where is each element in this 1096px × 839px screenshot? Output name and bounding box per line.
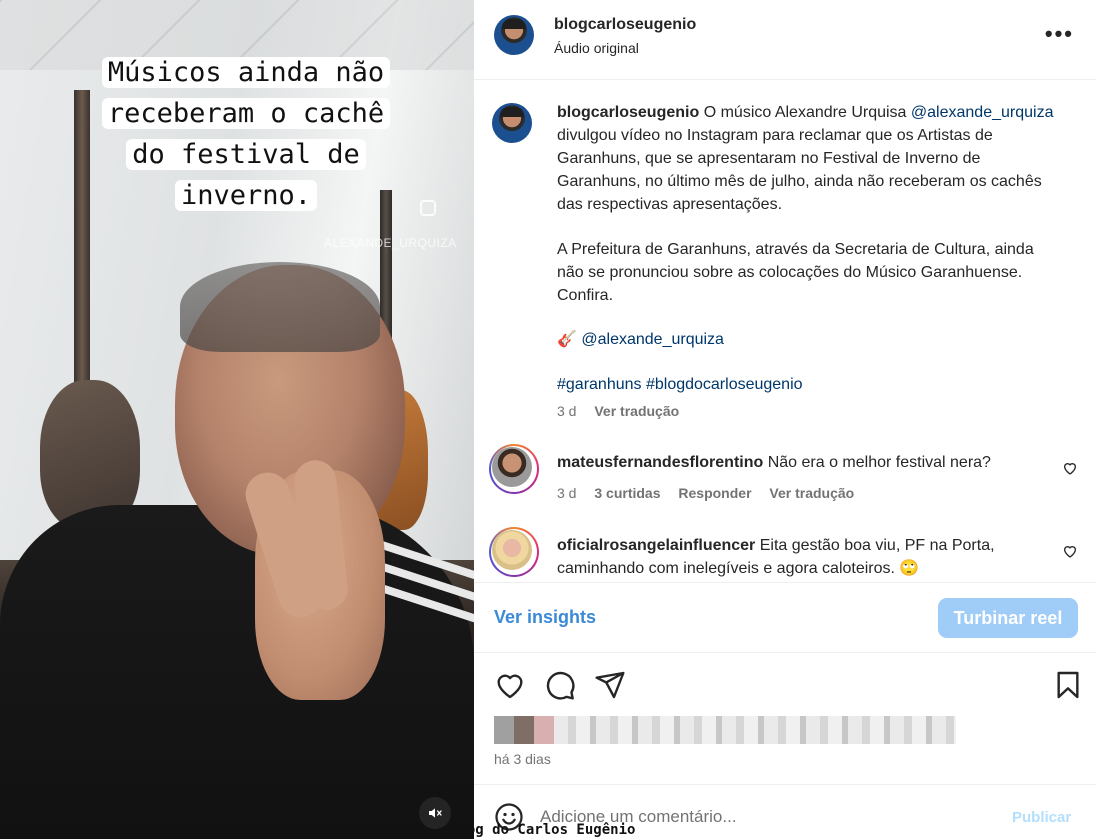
header-username[interactable]: blogcarloseugenio (554, 16, 696, 34)
post-panel: blogcarloseugenio Áudio original ••• blo… (474, 0, 1096, 839)
caption-text-part: divulgou vídeo no Instagram para reclama… (557, 127, 1042, 213)
more-icon: ••• (1044, 21, 1074, 46)
person-hair (180, 262, 380, 352)
caption-paragraph: A Prefeitura de Garanhuns, através da Se… (557, 241, 1034, 304)
post-time-ago: há 3 dias (494, 751, 551, 767)
insights-bar: Ver insights Turbinar reel (474, 582, 1096, 653)
caption-username[interactable]: blogcarloseugenio (557, 104, 699, 121)
speaker-muted-icon (429, 808, 442, 818)
caption-text-part: O músico Alexandre Urquisa (699, 104, 911, 121)
avatar[interactable] (494, 15, 534, 55)
mute-button[interactable] (419, 797, 451, 829)
post-caption: blogcarloseugenio O músico Alexandre Urq… (492, 101, 1078, 421)
comment-age[interactable]: 3 d (557, 485, 576, 501)
caption-line: Músicos ainda não (101, 57, 391, 88)
comment-username[interactable]: mateusfernandesflorentino (557, 454, 763, 471)
avatar[interactable] (492, 103, 532, 143)
story-ring[interactable] (489, 444, 539, 494)
comment-meta: 3 d 3 curtidas Responder Ver tradução (557, 485, 868, 501)
comment-like-heart-icon[interactable] (1062, 543, 1078, 559)
caption-meta: 3 d Ver tradução (557, 403, 693, 419)
caption-line: receberam o cachê (101, 98, 391, 129)
avatar (492, 447, 532, 487)
more-options-button[interactable]: ••• (1044, 21, 1074, 46)
like-heart-icon[interactable] (494, 669, 526, 701)
share-send-icon[interactable] (594, 669, 626, 701)
guitar-emoji-icon: 🎸 (557, 331, 577, 348)
story-ring[interactable] (489, 527, 539, 577)
comment-body: Não era o melhor festival nera? (763, 454, 991, 471)
caption-line: do festival de (126, 139, 366, 170)
avatar (492, 530, 532, 570)
likes-summary-blurred[interactable] (494, 716, 956, 744)
hashtags[interactable]: #garanhuns #blogdocarloseugenio (557, 373, 1062, 396)
boost-reel-button[interactable]: Turbinar reel (938, 598, 1078, 638)
caption-mention-line: 🎸 @alexande_urquiza (557, 328, 1062, 351)
comment-bubble-icon[interactable] (544, 669, 576, 701)
audio-link[interactable]: Áudio original (554, 40, 639, 56)
comment-row: oficialrosangelainfluencer Eita gestão b… (489, 527, 1078, 582)
comment-text: oficialrosangelainfluencer Eita gestão b… (557, 534, 1062, 580)
mention-link[interactable]: @alexande_urquiza (911, 104, 1054, 121)
blog-watermark: Blog do Carlos Eugênio (450, 822, 636, 838)
caption-text: blogcarloseugenio O músico Alexandre Urq… (557, 101, 1062, 396)
publish-button[interactable]: Publicar (1012, 809, 1071, 826)
video-watermark: ALEXANDE_URQUIZA (324, 236, 457, 250)
comment-row: mateusfernandesflorentino Não era o melh… (489, 444, 1078, 505)
mention-link[interactable]: @alexande_urquiza (581, 331, 724, 348)
view-insights-link[interactable]: Ver insights (494, 607, 596, 628)
reply-button[interactable]: Responder (678, 485, 751, 501)
action-bar: há 3 dias (474, 653, 1096, 785)
comment-username[interactable]: oficialrosangelainfluencer (557, 537, 755, 554)
instagram-watermark-icon (420, 200, 436, 216)
translate-link[interactable]: Ver tradução (594, 403, 679, 419)
save-bookmark-icon[interactable] (1052, 669, 1084, 701)
video-caption: Músicos ainda não receberam o cachê do f… (72, 52, 420, 216)
caption-line: inverno. (174, 180, 318, 211)
comment-likes[interactable]: 3 curtidas (594, 485, 660, 501)
reel-video[interactable]: Músicos ainda não receberam o cachê do f… (0, 0, 474, 839)
post-header: blogcarloseugenio Áudio original ••• (474, 0, 1096, 80)
caption-age[interactable]: 3 d (557, 403, 576, 419)
comments-scroll[interactable]: blogcarloseugenio O músico Alexandre Urq… (474, 80, 1096, 582)
translate-link[interactable]: Ver tradução (769, 485, 854, 501)
comment-text: mateusfernandesflorentino Não era o melh… (557, 451, 1062, 474)
comment-like-heart-icon[interactable] (1062, 460, 1078, 476)
